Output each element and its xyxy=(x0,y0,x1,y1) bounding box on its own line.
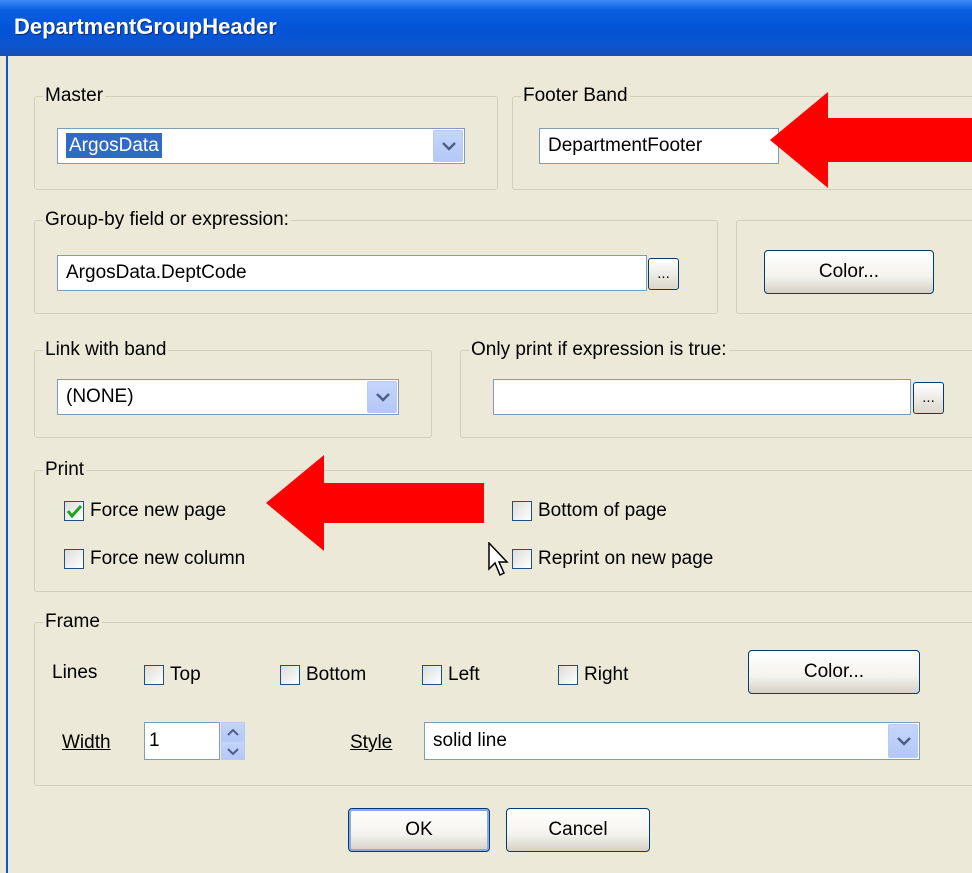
master-dropdown-button[interactable] xyxy=(433,130,463,162)
group-by-legend: Group-by field or expression: xyxy=(43,209,291,231)
title-bar[interactable]: DepartmentGroupHeader xyxy=(0,0,972,56)
group-by-field[interactable]: ArgosData.DeptCode xyxy=(57,255,647,291)
frame-right-box[interactable] xyxy=(558,665,578,685)
frame-width-label: Width xyxy=(62,732,111,753)
footer-band-value: DepartmentFooter xyxy=(548,135,703,156)
frame-lines-label: Lines xyxy=(52,662,98,683)
cancel-button[interactable]: Cancel xyxy=(506,808,650,852)
link-with-band-value: (NONE) xyxy=(66,386,134,407)
link-with-band-legend: Link with band xyxy=(43,339,169,361)
reprint-on-new-page-label: Reprint on new page xyxy=(538,548,714,569)
only-print-browse-button[interactable]: ... xyxy=(913,382,944,414)
bottom-of-page-box[interactable] xyxy=(512,501,532,521)
frame-left-label: Left xyxy=(448,664,480,685)
chevron-down-icon xyxy=(442,142,456,151)
master-group: Master ArgosData xyxy=(34,85,498,190)
group-by-value: ArgosData.DeptCode xyxy=(66,262,247,283)
force-new-page-label: Force new page xyxy=(90,500,227,521)
frame-legend: Frame xyxy=(43,611,102,633)
red-arrow-icon xyxy=(770,92,972,188)
spin-up-button[interactable] xyxy=(221,722,245,741)
frame-top-box[interactable] xyxy=(144,665,164,685)
chevron-down-icon xyxy=(227,747,239,755)
only-print-field[interactable] xyxy=(493,379,911,415)
frame-left-box[interactable] xyxy=(422,665,442,685)
bottom-of-page-checkbox[interactable]: Bottom of page xyxy=(512,500,667,522)
frame-bottom-checkbox[interactable]: Bottom xyxy=(280,664,366,686)
mouse-cursor-icon xyxy=(488,542,509,577)
frame-width-spinner[interactable] xyxy=(221,722,245,760)
footer-band-field[interactable]: DepartmentFooter xyxy=(539,128,779,164)
master-legend: Master xyxy=(43,85,106,107)
frame-top-checkbox[interactable]: Top xyxy=(144,664,201,686)
frame-style-label: Style xyxy=(350,732,393,753)
frame-group: Frame xyxy=(34,611,972,786)
frame-right-checkbox[interactable]: Right xyxy=(558,664,628,686)
only-print-group: Only print if expression is true: ... xyxy=(460,339,972,438)
frame-bottom-label: Bottom xyxy=(306,664,367,685)
frame-top-label: Top xyxy=(170,664,201,685)
checkmark-icon xyxy=(67,505,82,518)
chevron-up-icon xyxy=(227,728,239,736)
footer-band-legend: Footer Band xyxy=(521,85,630,107)
frame-bottom-box[interactable] xyxy=(280,665,300,685)
frame-style-select[interactable]: solid line xyxy=(424,722,920,760)
reprint-on-new-page-box[interactable] xyxy=(512,549,532,569)
chevron-down-icon xyxy=(897,737,911,746)
only-print-legend: Only print if expression is true: xyxy=(469,339,729,361)
force-new-column-checkbox[interactable]: Force new column xyxy=(64,548,245,570)
red-arrow-icon xyxy=(266,455,484,551)
frame-right-label: Right xyxy=(584,664,629,685)
ok-button[interactable]: OK xyxy=(348,808,490,852)
frame-width-value: 1 xyxy=(149,730,160,751)
frame-left-checkbox[interactable]: Left xyxy=(422,664,480,686)
link-with-band-group: Link with band (NONE) xyxy=(34,339,432,438)
reprint-on-new-page-checkbox[interactable]: Reprint on new page xyxy=(512,548,713,570)
master-select[interactable]: ArgosData xyxy=(57,128,465,164)
force-new-column-box[interactable] xyxy=(64,549,84,569)
frame-style-dropdown-button[interactable] xyxy=(888,724,918,758)
frame-color-button[interactable]: Color... xyxy=(748,650,920,694)
link-with-band-dropdown-button[interactable] xyxy=(367,381,397,413)
link-with-band-select[interactable]: (NONE) xyxy=(57,379,399,415)
force-new-column-label: Force new column xyxy=(90,548,246,569)
force-new-page-box[interactable] xyxy=(64,501,84,521)
spin-down-button[interactable] xyxy=(221,741,245,760)
window-title: DepartmentGroupHeader xyxy=(14,14,277,39)
force-new-page-checkbox[interactable]: Force new page xyxy=(64,500,226,522)
print-legend: Print xyxy=(43,459,87,481)
group-by-browse-button[interactable]: ... xyxy=(648,258,679,290)
bottom-of-page-label: Bottom of page xyxy=(538,500,667,521)
chevron-down-icon xyxy=(376,393,390,402)
master-value: ArgosData xyxy=(66,133,162,158)
frame-style-value: solid line xyxy=(433,730,507,751)
frame-width-input[interactable]: 1 xyxy=(144,722,220,760)
group-by-group: Group-by field or expression: ArgosData.… xyxy=(34,209,718,314)
header-color-button[interactable]: Color... xyxy=(764,250,934,294)
